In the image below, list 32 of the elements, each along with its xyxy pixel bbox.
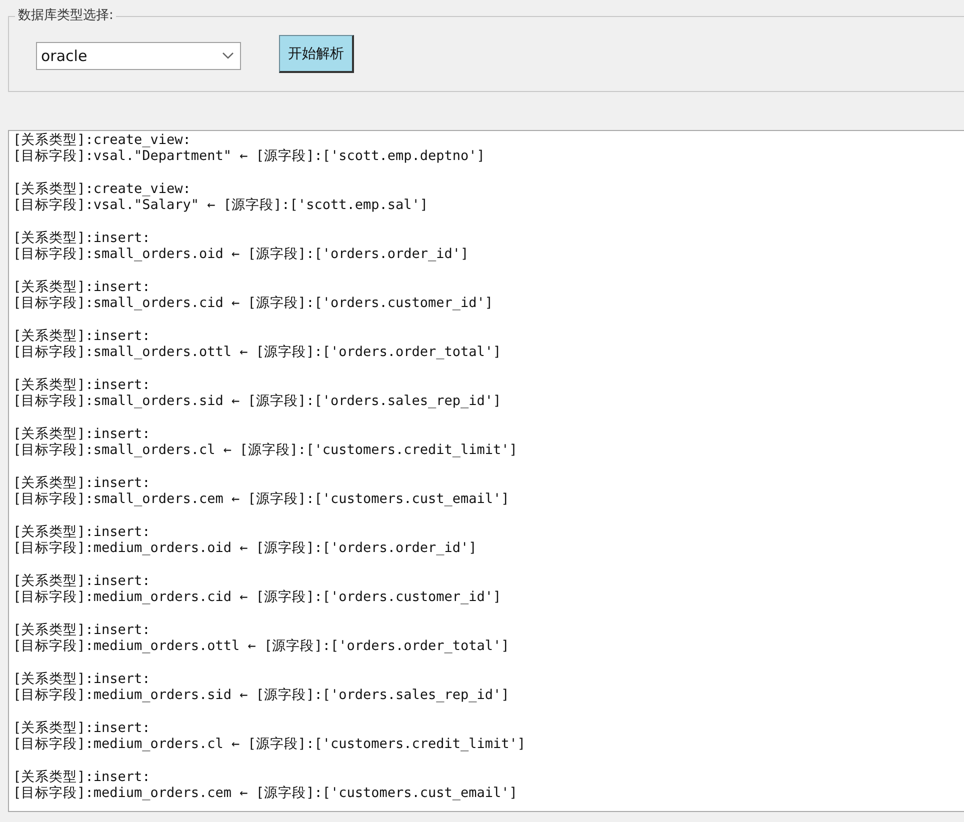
chevron-down-icon [222,52,234,60]
field-mapping-line: [目标字段]:small_orders.ottl ← [源字段]:['orders.order_total'] [13,344,502,360]
relation-type-line: [关系类型]:insert: [13,573,152,589]
start-parse-button[interactable]: 开始解析 [279,35,354,73]
field-mapping-line: [目标字段]:medium_orders.cid ← [源字段]:['orders.customer_id'] [13,589,502,605]
relation-type-line: [关系类型]:insert: [13,769,152,785]
field-mapping-line: [目标字段]:medium_orders.oid ← [源字段]:['orders.order_id'] [13,540,478,556]
field-mapping-line: [目标字段]:small_orders.cem ← [源字段]:['customers.cust_email'] [13,491,510,507]
relation-type-line: [关系类型]:insert: [13,377,152,393]
relation-type-line: [关系类型]:insert: [13,279,152,295]
relation-type-line: [关系类型]:create_view: [13,132,192,148]
database-type-dropdown[interactable]: oracle [36,42,241,70]
field-mapping-line: [目标字段]:small_orders.sid ← [源字段]:['orders.sales_rep_id'] [13,393,502,409]
relation-type-line: [关系类型]:insert: [13,671,152,687]
group-title: 数据库类型选择: [15,8,116,24]
relation-type-line: [关系类型]:insert: [13,720,152,736]
field-mapping-line: [目标字段]:medium_orders.cem ← [源字段]:['customers.cust_email'] [13,785,518,801]
field-mapping-line: [目标字段]:medium_orders.cl ← [源字段]:['customers.credit_limit'] [13,736,527,752]
relation-type-line: [关系类型]:insert: [13,426,152,442]
relation-type-line: [关系类型]:create_view: [13,181,192,197]
relation-type-line: [关系类型]:insert: [13,524,152,540]
field-mapping-line: [目标字段]:vsal."Salary" ← [源字段]:['scott.emp.sal'] [13,197,429,213]
field-mapping-line: [目标字段]:small_orders.cid ← [源字段]:['orders.customer_id'] [13,295,494,311]
field-mapping-line: [目标字段]:vsal."Department" ← [源字段]:['scott.emp.deptno'] [13,148,486,164]
relation-type-line: [关系类型]:insert: [13,475,152,491]
relation-type-line: [关系类型]:insert: [13,328,152,344]
relation-type-line: [关系类型]:insert: [13,622,152,638]
field-mapping-line: [目标字段]:medium_orders.sid ← [源字段]:['orders.sales_rep_id'] [13,687,510,703]
field-mapping-line: [目标字段]:small_orders.oid ← [源字段]:['orders.order_id'] [13,246,470,262]
field-mapping-line: [目标字段]:small_orders.cl ← [源字段]:['customers.credit_limit'] [13,442,518,458]
relation-type-line: [关系类型]:insert: [13,230,152,246]
field-mapping-line: [目标字段]:medium_orders.ottl ← [源字段]:['orders.order_total'] [13,638,510,654]
